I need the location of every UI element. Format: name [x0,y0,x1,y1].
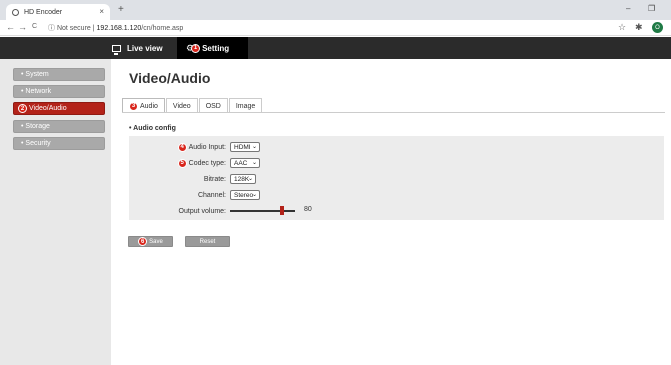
url-host: 192.168.1.120 [96,25,142,32]
app-header [0,37,671,59]
bitrate-value: 128K [234,175,250,183]
browser-tab-strip: HD Encoder × + – ❐ [0,0,671,20]
tab-label: Image [235,102,256,110]
channel-value: Stereo [234,191,254,199]
chevron-down-icon: ⌄ [251,160,257,166]
tab-audio[interactable]: 3 Audio [122,98,165,113]
codec-type-label: 5 Codec type: [150,158,226,168]
tab-label: OSD [205,102,221,110]
tab-label: Video [172,102,191,110]
audio-input-value: HDMI [234,143,251,151]
forward-arrow-icon[interactable]: → [18,22,27,32]
url-field[interactable]: ⓘ Not secure | 192.168.1.120/cn/home.asp [48,23,183,33]
url-separator: | [92,25,95,32]
tab-label: Audio [140,102,158,110]
browser-tab[interactable]: HD Encoder × [6,4,110,20]
sidebar-item-security[interactable]: • Security [13,137,105,150]
volume-slider[interactable] [230,210,295,212]
tab-video[interactable]: Video [165,98,198,113]
section-title: • Audio config [129,125,176,132]
volume-value: 80 [304,206,312,213]
channel-select[interactable]: Stereo ⌄ [230,190,260,200]
sidebar-item-system[interactable]: • System [13,68,105,81]
audio-input-select[interactable]: HDMI ⌄ [230,142,260,152]
audio-input-label-text: Audio Input: [188,143,226,151]
extensions-icon[interactable]: ✱ [635,22,643,33]
step-badge: 6 [138,237,148,246]
bitrate-label: Bitrate: [203,175,226,183]
url-path: /cn/home.asp [141,25,184,32]
sidebar-item-label: • System [21,71,49,78]
bitrate-select[interactable]: 128K ⌄ [230,174,256,184]
live-view-label: Live view [127,43,163,53]
chevron-down-icon: ⌄ [247,176,253,182]
setting-label: Setting [202,43,230,53]
volume-slider-thumb[interactable] [280,206,284,215]
sidebar-item-label: • Security [21,140,51,147]
tab-image[interactable]: Image [228,98,263,113]
back-arrow-icon[interactable]: ← [6,22,15,32]
globe-icon [12,8,19,16]
setting-nav[interactable]: ⚙ 1 Setting [177,37,248,59]
step-badge: 5 [177,158,187,168]
sidebar-item-label: • Storage [21,123,50,130]
save-button-label: Save [149,238,163,245]
close-tab-icon[interactable]: × [99,7,104,16]
reset-button-label: Reset [199,238,216,245]
profile-avatar[interactable]: O [652,22,663,33]
chevron-down-icon: ⌄ [251,192,257,198]
content-tabs: 3 Audio Video OSD Image [122,98,263,113]
monitor-icon [112,44,121,55]
step-badge: 2 [18,104,27,113]
codec-type-value: AAC [234,159,248,167]
chevron-down-icon: ⌄ [251,144,257,150]
restore-icon[interactable]: ❐ [648,4,655,13]
sidebar-item-network[interactable]: • Network [13,85,105,98]
tab-osd[interactable]: OSD [198,98,228,113]
step-badge: 4 [177,142,187,152]
reset-button[interactable]: Reset [185,236,230,247]
output-volume-label: Output volume: [178,207,226,215]
audio-input-label: 4 Audio Input: [150,142,226,152]
sidebar-item-label: • Network [21,88,52,95]
page-title: Video/Audio [129,70,211,86]
not-secure-label: ⓘ Not secure [48,25,91,32]
channel-label: Channel: [197,191,226,199]
sidebar-item-storage[interactable]: • Storage [13,120,105,133]
address-bar-row: ← → C ⓘ Not secure | 192.168.1.120/cn/ho… [0,20,671,36]
minimize-icon[interactable]: – [626,4,630,13]
new-tab-button[interactable]: + [118,4,124,15]
sidebar-item-video-audio[interactable]: 2 Video/Audio [13,102,105,115]
sidebar: • System • Network 2 Video/Audio • Stora… [0,59,111,365]
reload-icon[interactable]: C [32,23,37,30]
codec-type-label-text: Codec type: [188,159,226,167]
live-view-nav[interactable]: Live view [112,37,163,59]
codec-type-select[interactable]: AAC ⌄ [230,158,260,168]
step-badge: 3 [129,101,138,111]
step-badge: 1 [191,43,201,53]
tab-divider [122,112,665,113]
browser-tab-title: HD Encoder [24,8,63,16]
sidebar-item-label: Video/Audio [29,105,67,112]
save-button[interactable]: 6 Save [128,236,173,247]
bookmark-star-icon[interactable]: ☆ [618,22,626,33]
